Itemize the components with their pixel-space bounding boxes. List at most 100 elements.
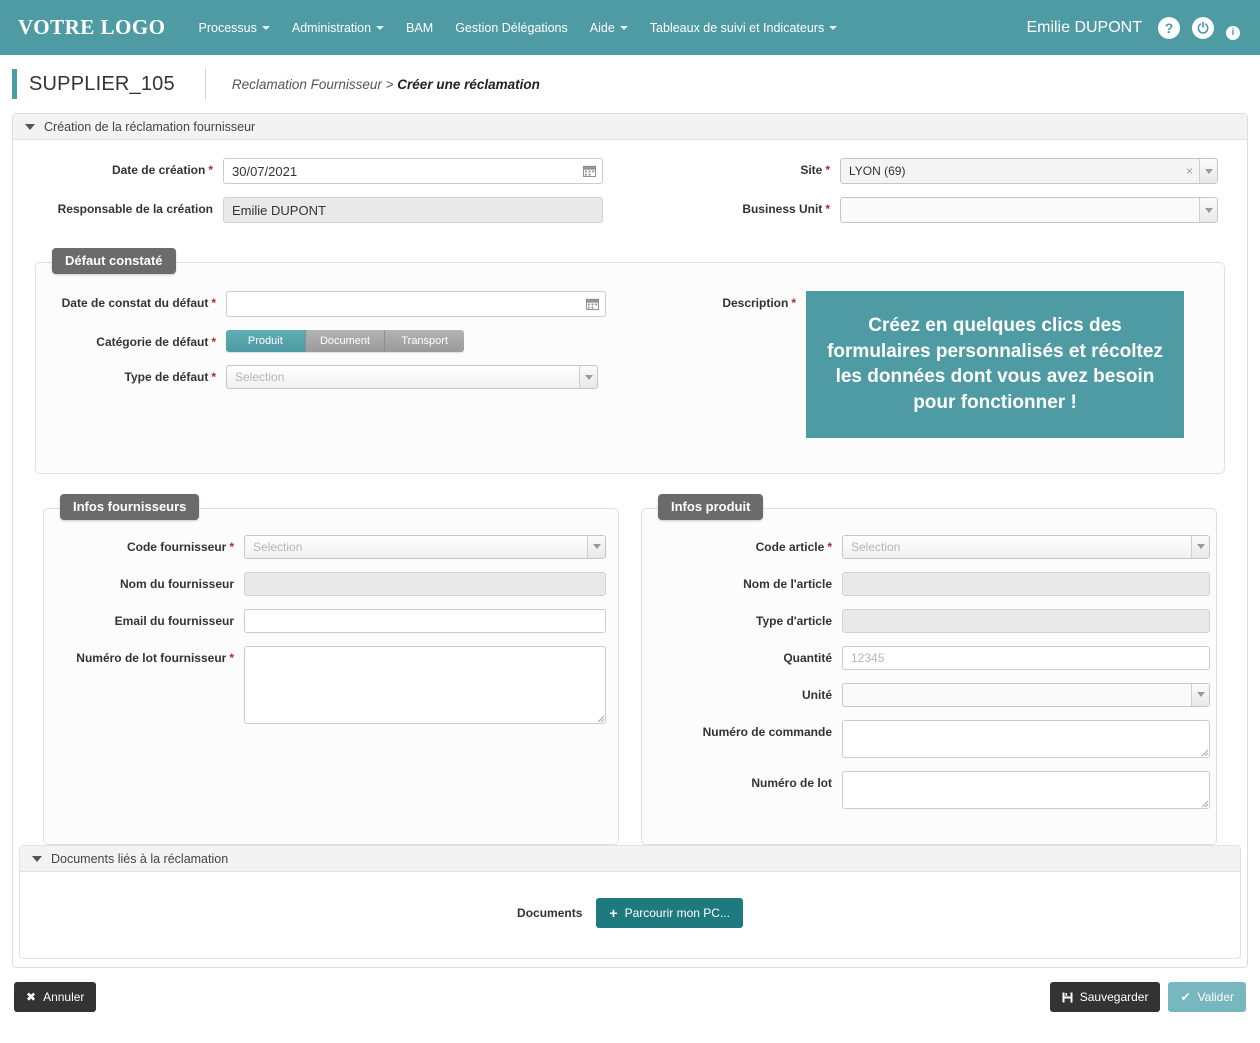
- documents-upload-row: Documents + Parcourir mon PC...: [20, 872, 1240, 958]
- field-responsable-creation: Responsable de la création Emilie DUPONT: [13, 197, 630, 223]
- chevron-down-icon: [1197, 692, 1205, 697]
- help-icon[interactable]: ?: [1158, 17, 1180, 39]
- cancel-button[interactable]: ✖ Annuler: [14, 982, 96, 1012]
- quantite-input[interactable]: 12345: [842, 646, 1210, 670]
- save-button[interactable]: Sauvegarder: [1050, 982, 1161, 1012]
- type-defaut-select[interactable]: Selection: [226, 365, 598, 389]
- footer-action-bar: ✖ Annuler Sauvegarder ✔ Valider: [0, 968, 1260, 1026]
- field-site: Site* LYON (69) ×: [630, 158, 1247, 184]
- fieldset-infos-produit: Infos produit Code article* Selection No…: [641, 508, 1217, 845]
- site-dropdown-toggle[interactable]: [1199, 159, 1217, 183]
- field-type-article: Type d'article: [642, 609, 1216, 633]
- field-nom-fournisseur: Nom du fournisseur: [44, 572, 618, 596]
- fieldset-defaut-constate: Défaut constaté Date de constat du défau…: [35, 262, 1225, 474]
- business-unit-select[interactable]: [840, 197, 1218, 223]
- code-article-placeholder: Selection: [851, 540, 900, 554]
- code-fournisseur-dropdown-toggle[interactable]: [587, 536, 605, 558]
- field-label: Type d'article: [756, 614, 832, 628]
- nav-item-label: Tableaux de suivi et Indicateurs: [650, 21, 824, 35]
- main-panel: Création de la réclamation fournisseur D…: [12, 113, 1248, 968]
- categorie-option-document[interactable]: Document: [306, 330, 386, 352]
- nav-item-processus[interactable]: Processus: [188, 15, 281, 41]
- field-label: Responsable de la création: [58, 202, 213, 216]
- required-marker: *: [825, 163, 830, 177]
- date-constat-input[interactable]: [226, 291, 606, 317]
- close-icon: ✖: [26, 990, 36, 1004]
- numero-lot-fournisseur-wrap: [244, 646, 606, 724]
- field-label: Code article: [756, 540, 825, 554]
- check-icon: ✔: [1180, 990, 1190, 1004]
- nav-item-label: Aide: [590, 21, 615, 35]
- required-marker: *: [208, 163, 213, 177]
- field-label: Site: [800, 163, 822, 177]
- nav-item-tableaux-de-suivi[interactable]: Tableaux de suivi et Indicateurs: [639, 15, 848, 41]
- required-marker: *: [229, 540, 234, 554]
- plus-icon: +: [609, 906, 617, 920]
- type-defaut-dropdown-toggle[interactable]: [579, 366, 597, 388]
- code-fournisseur-select[interactable]: Selection: [244, 535, 606, 559]
- panel-header-creation[interactable]: Création de la réclamation fournisseur: [13, 114, 1247, 140]
- code-article-dropdown-toggle[interactable]: [1191, 536, 1209, 558]
- field-numero-lot-fournisseur: Numéro de lot fournisseur*: [44, 646, 618, 724]
- numero-commande-wrap: [842, 720, 1210, 758]
- footer-right-actions: Sauvegarder ✔ Valider: [1050, 982, 1246, 1012]
- validate-button-label: Valider: [1198, 990, 1234, 1004]
- nom-fournisseur-value: [244, 572, 606, 596]
- description-textarea[interactable]: Créez en quelques clics des formulaires …: [806, 291, 1184, 438]
- breadcrumb-parent[interactable]: Reclamation Fournisseur >: [232, 77, 394, 92]
- field-label: Catégorie de défaut: [96, 335, 208, 349]
- panel-header-documents[interactable]: Documents liés à la réclamation: [20, 846, 1240, 872]
- validate-button[interactable]: ✔ Valider: [1168, 982, 1246, 1012]
- calendar-icon[interactable]: [583, 165, 596, 177]
- field-date-constat: Date de constat du défaut*: [36, 291, 630, 317]
- info-icon[interactable]: i: [1226, 26, 1240, 40]
- field-unite: Unité: [642, 683, 1216, 707]
- collapse-triangle-icon[interactable]: [32, 856, 42, 862]
- top-right-column: Site* LYON (69) × Business Unit*: [630, 158, 1247, 236]
- numero-lot-wrap: [842, 771, 1210, 809]
- nav-item-aide[interactable]: Aide: [579, 15, 639, 41]
- field-label: Numéro de lot fournisseur: [76, 651, 226, 665]
- nav-item-gestion-delegations[interactable]: Gestion Délégations: [444, 15, 579, 41]
- nav-item-administration[interactable]: Administration: [281, 15, 395, 41]
- categorie-option-transport[interactable]: Transport: [385, 330, 464, 352]
- nav-item-bam[interactable]: BAM: [395, 15, 444, 41]
- site-select[interactable]: LYON (69) ×: [840, 158, 1218, 184]
- breadcrumb-current: Créer une réclamation: [397, 77, 540, 92]
- save-button-label: Sauvegarder: [1080, 990, 1149, 1004]
- numero-lot-fournisseur-textarea[interactable]: [244, 646, 606, 724]
- field-label: Quantité: [783, 651, 832, 665]
- code-article-select[interactable]: Selection: [842, 535, 1210, 559]
- page-title-bar: SUPPLIER_105 Reclamation Fournisseur > C…: [0, 55, 1260, 113]
- site-selected-value: LYON (69): [849, 164, 905, 178]
- app-logo[interactable]: VOTRE LOGO: [18, 15, 166, 40]
- categorie-defaut-toggle-group: Produit Document Transport: [226, 330, 464, 352]
- defaut-right-column: Description* Créez en quelques clics des…: [630, 291, 1224, 451]
- power-logout-icon[interactable]: ⏻: [1192, 17, 1214, 39]
- field-label: Date de création: [112, 163, 205, 177]
- collapse-triangle-icon[interactable]: [25, 124, 35, 130]
- numero-lot-textarea[interactable]: [842, 771, 1210, 809]
- documents-panel-label: Documents liés à la réclamation: [51, 852, 228, 866]
- chevron-down-icon: [620, 26, 628, 30]
- calendar-icon[interactable]: [586, 298, 599, 310]
- responsable-creation-value: Emilie DUPONT: [223, 197, 603, 223]
- field-quantite: Quantité 12345: [642, 646, 1216, 670]
- required-marker: *: [827, 540, 832, 554]
- unite-dropdown-toggle[interactable]: [1191, 684, 1209, 706]
- field-label: Date de constat du défaut: [62, 296, 209, 310]
- numero-commande-textarea[interactable]: [842, 720, 1210, 758]
- browse-pc-button[interactable]: + Parcourir mon PC...: [596, 898, 743, 928]
- chevron-down-icon: [1205, 169, 1213, 174]
- documents-field-label: Documents: [517, 906, 582, 920]
- email-fournisseur-input[interactable]: [244, 609, 606, 633]
- field-label: Nom du fournisseur: [120, 577, 234, 591]
- title-accent-bar: [12, 69, 17, 99]
- unite-select[interactable]: [842, 683, 1210, 707]
- clear-selection-icon[interactable]: ×: [1186, 165, 1193, 177]
- field-label: Code fournisseur: [127, 540, 226, 554]
- business-unit-dropdown-toggle[interactable]: [1199, 198, 1217, 222]
- date-creation-input[interactable]: 30/07/2021: [223, 158, 603, 184]
- fieldset-legend-infos-produit: Infos produit: [658, 494, 763, 520]
- categorie-option-produit[interactable]: Produit: [226, 330, 306, 352]
